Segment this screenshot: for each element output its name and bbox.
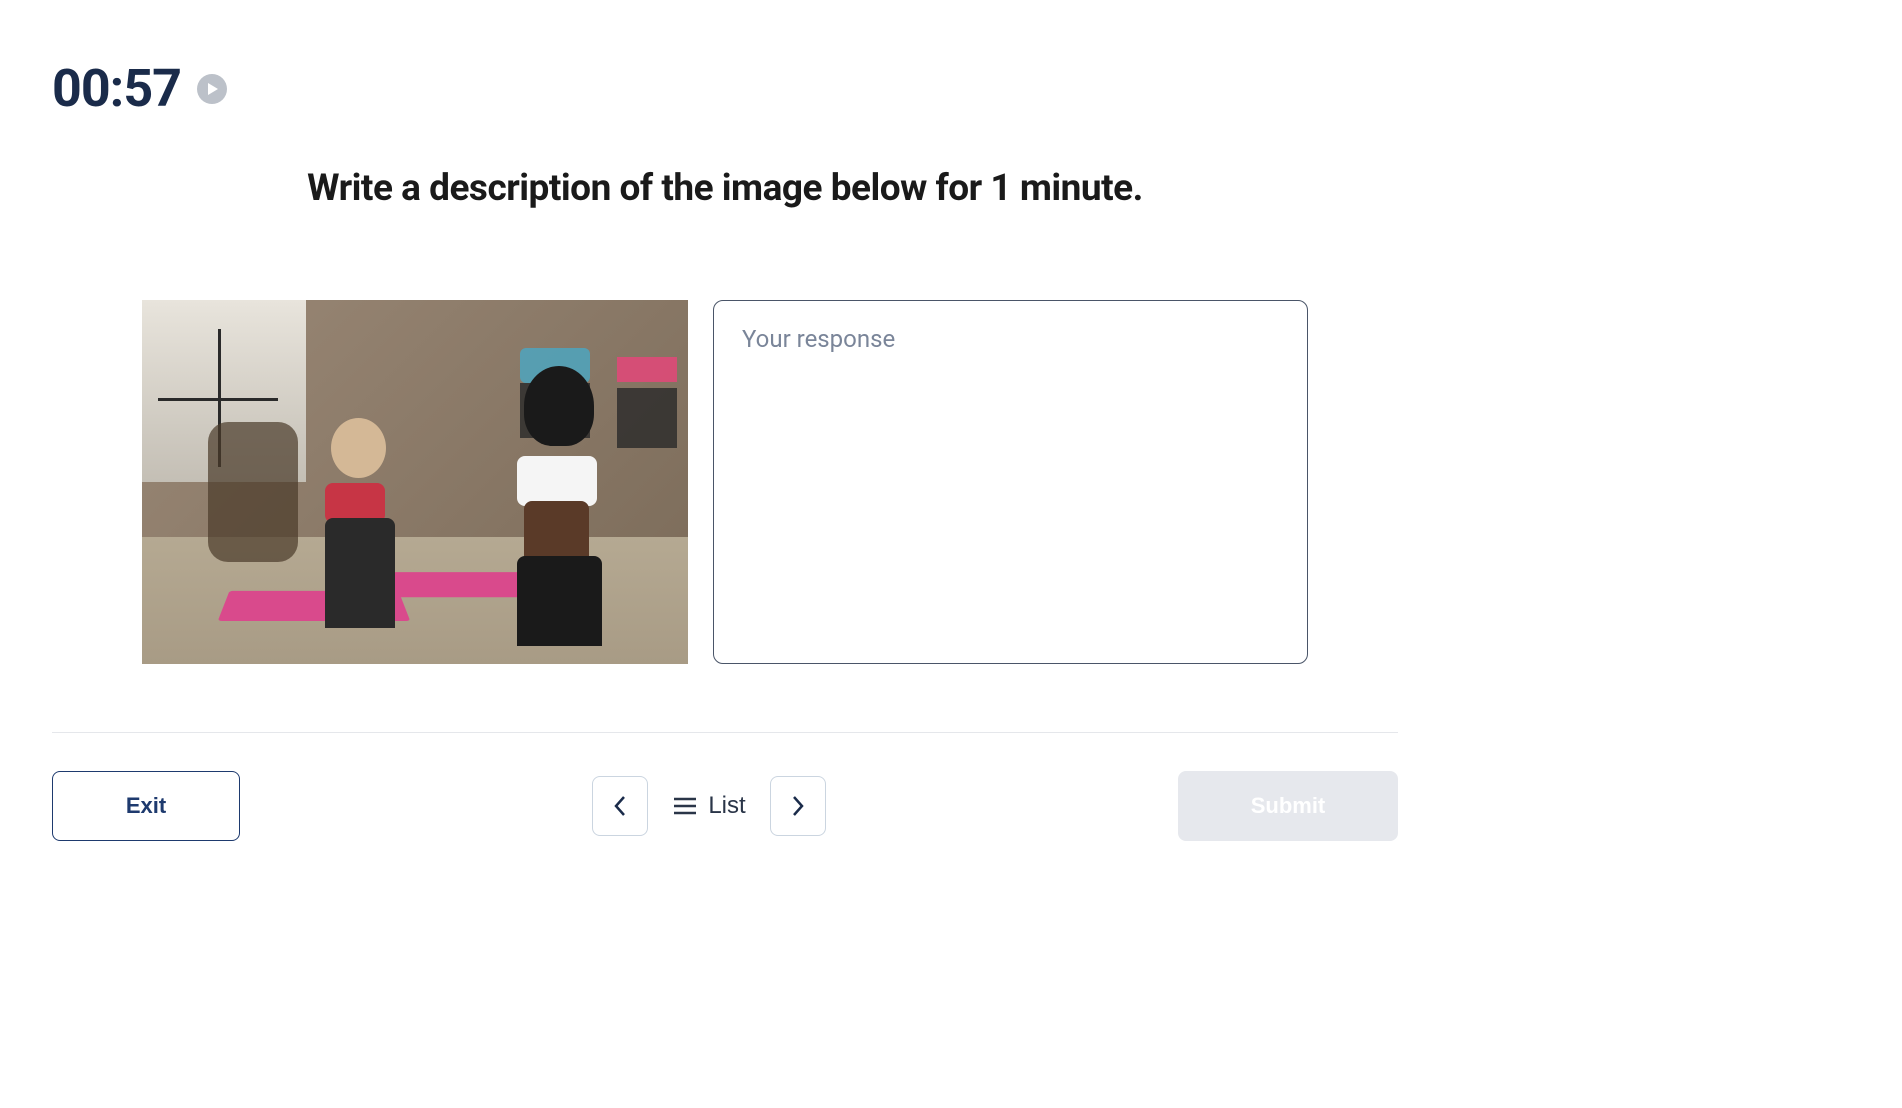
footer: Exit List Submit bbox=[52, 771, 1398, 881]
list-button[interactable]: List bbox=[666, 792, 751, 820]
timer-row: 00:57 bbox=[52, 58, 1398, 119]
chevron-right-icon bbox=[790, 794, 806, 818]
submit-button[interactable]: Submit bbox=[1178, 771, 1398, 841]
play-icon[interactable] bbox=[197, 74, 227, 104]
footer-divider bbox=[52, 732, 1398, 733]
prompt-image bbox=[142, 300, 688, 664]
response-input[interactable] bbox=[713, 300, 1308, 664]
chevron-left-icon bbox=[612, 794, 628, 818]
content-row bbox=[52, 300, 1398, 664]
prompt-text: Write a description of the image below f… bbox=[52, 167, 1398, 210]
nav-group: List bbox=[592, 776, 825, 836]
exit-button[interactable]: Exit bbox=[52, 771, 240, 841]
list-label: List bbox=[708, 792, 745, 820]
timer-value: 00:57 bbox=[52, 58, 181, 119]
next-button[interactable] bbox=[770, 776, 826, 836]
prev-button[interactable] bbox=[592, 776, 648, 836]
list-icon bbox=[672, 796, 698, 816]
